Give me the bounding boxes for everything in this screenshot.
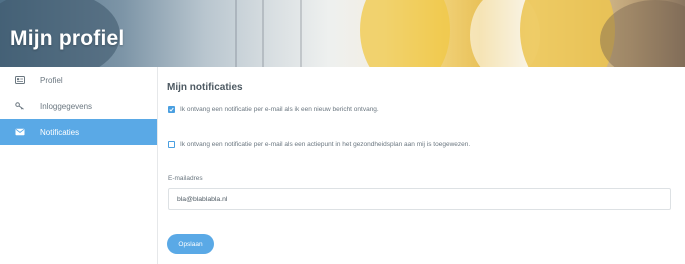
banner-decoration [360,0,450,67]
section-title: Mijn notificaties [167,82,243,93]
id-card-icon [13,75,27,85]
sidebar-item-label: Profiel [40,75,63,85]
checkbox-unchecked[interactable] [168,141,175,148]
banner-decoration [300,0,302,67]
email-field[interactable] [168,188,671,210]
key-icon [13,101,27,111]
notify-action-point-option[interactable]: Ik ontvang een notificatie per e-mail al… [168,141,470,148]
sidebar-item-label: Inloggegevens [40,101,93,111]
option-label: Ik ontvang een notificatie per e-mail al… [180,106,379,113]
sidebar: Profiel Inloggegevens Notificaties [0,67,158,264]
save-button[interactable]: Opslaan [167,234,214,254]
option-label: Ik ontvang een notificatie per e-mail al… [180,141,471,148]
sidebar-item-label: Notificaties [40,127,80,137]
checkbox-checked[interactable] [168,106,175,113]
envelope-icon [13,127,27,137]
notifications-panel: Mijn notificaties Ik ontvang een notific… [158,67,685,264]
notify-new-message-option[interactable]: Ik ontvang een notificatie per e-mail al… [168,106,379,113]
profile-banner: Mijn profiel [0,0,685,67]
banner-decoration [235,0,237,67]
banner-decoration [262,0,264,67]
sidebar-item-inloggegevens[interactable]: Inloggegevens [0,93,157,119]
email-label: E-mailadres [168,175,203,182]
sidebar-item-profiel[interactable]: Profiel [0,67,157,93]
checkmark-icon [169,107,174,112]
sidebar-item-notificaties[interactable]: Notificaties [0,119,157,145]
page-title: Mijn profiel [10,27,125,50]
